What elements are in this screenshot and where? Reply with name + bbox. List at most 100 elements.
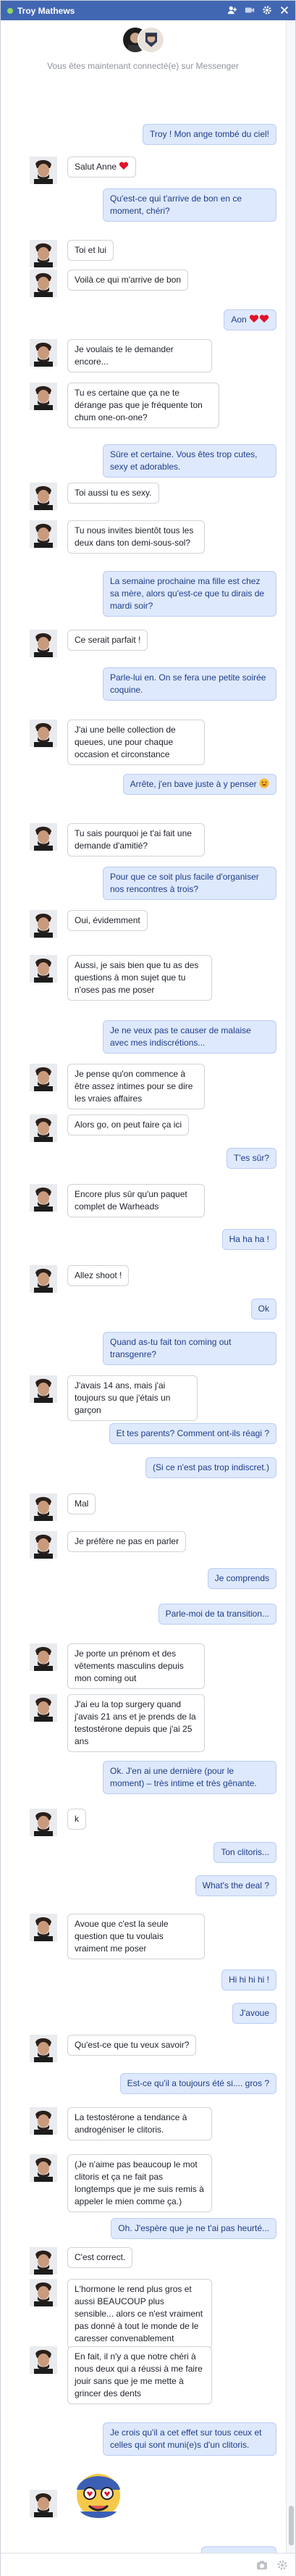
message-bubble[interactable]: (Si ce n'est pas trop indiscret.) (145, 1457, 276, 1478)
message-bubble[interactable]: Ha ha ha ! (221, 1229, 276, 1250)
avatar[interactable] (30, 1694, 57, 1722)
message-bubble[interactable]: Aon (224, 309, 276, 330)
avatar[interactable] (30, 2107, 57, 2135)
avatar[interactable] (30, 1114, 57, 1142)
message-bubble[interactable]: Allez shoot ! (67, 1265, 130, 1286)
message-bubble[interactable]: En fait, il n'y a que notre chéri à nous… (67, 2346, 212, 2404)
avatar[interactable] (30, 910, 57, 938)
message-bubble[interactable]: J'avais 14 ans, mais j'ai toujours su qu… (67, 1375, 198, 1421)
message-bubble[interactable]: Hi hi hi hi ! (221, 1969, 276, 1991)
avatar[interactable] (30, 270, 57, 297)
message-bubble[interactable]: k (67, 1809, 86, 1830)
message-bubble[interactable]: Mal (67, 1493, 96, 1514)
add-people-icon[interactable] (226, 4, 239, 17)
message-bubble[interactable]: Voilà ce qui m'arrive de bon (67, 270, 189, 291)
message-text: Je pense qu'on commence à être assez int… (75, 1069, 193, 1104)
sticker-image[interactable] (66, 2461, 131, 2526)
message-thread[interactable]: Vous êtes maintenant connecté(e) sur Mes… (1, 20, 285, 2553)
message-bubble[interactable]: Je crois qu'il a cet effet sur tous ceux… (103, 2422, 276, 2456)
avatar[interactable] (30, 1643, 57, 1671)
settings-icon[interactable] (276, 2559, 288, 2573)
message-bubble[interactable]: L'hormone le rend plus gros et aussi BEA… (67, 2279, 212, 2349)
message-bubble[interactable]: Ce serait parfait ! (67, 630, 148, 651)
message-bubble[interactable]: (Je n'aime pas beaucoup le mot clitoris … (67, 2154, 212, 2212)
message-bubble[interactable]: Tu nous invites bientôt tous les deux da… (67, 520, 205, 554)
settings-icon[interactable] (261, 4, 274, 17)
message-bubble[interactable]: Tu l'as dit, sexy. (200, 2546, 276, 2553)
message-bubble[interactable]: Oui, évidemment (67, 910, 148, 931)
message-bubble[interactable]: Tu sais pourquoi je t'ai fait une demand… (67, 823, 205, 856)
message-bubble[interactable]: Ton clitoris... (213, 1842, 276, 1863)
message-bubble[interactable]: Je pense qu'on commence à être assez int… (67, 1064, 205, 1109)
message-bubble[interactable]: Est-ce qu'il a toujours été si.... gros … (119, 2073, 276, 2094)
message-bubble[interactable]: Je voulais te le demander encore... (67, 339, 212, 372)
message-bubble[interactable]: Parle-lui en. On se fera une petite soir… (103, 667, 276, 701)
message-bubble[interactable]: Encore plus sûr qu'un paquet complet de … (67, 1184, 205, 1217)
avatar[interactable] (30, 240, 57, 267)
message-bubble[interactable]: Troy ! Mon ange tombé du ciel! (143, 124, 276, 145)
message-bubble[interactable]: Qu'est-ce qui t'arrive de bon en ce mome… (103, 188, 276, 222)
message-bubble[interactable]: Je comprends (207, 1568, 276, 1589)
message-bubble[interactable]: Sûre et certaine. Vous êtes trop cutes, … (103, 444, 276, 478)
camera-icon[interactable] (256, 2559, 268, 2573)
message-bubble[interactable]: Pour que ce soit plus facile d'organiser… (103, 867, 276, 900)
avatar[interactable] (30, 520, 57, 548)
avatar[interactable] (30, 1184, 57, 1212)
message-bubble[interactable]: Et tes parents? Comment ont-ils réagi ? (109, 1423, 276, 1444)
avatar[interactable] (30, 1375, 57, 1403)
message-input[interactable] (7, 2558, 224, 2572)
message-bubble[interactable]: T'es sûr? (227, 1148, 276, 1169)
avatar[interactable] (30, 1531, 57, 1559)
message-bubble[interactable]: J'ai eu la top surgery quand j'avais 21 … (67, 1694, 205, 1752)
scrollbar-thumb[interactable] (289, 2506, 294, 2546)
message-bubble[interactable]: J'avoue (232, 2003, 276, 2024)
message-bubble[interactable]: Quand as-tu fait ton coming out transgen… (103, 1332, 276, 1365)
message-bubble[interactable]: Parle-moi de ta transition... (158, 1604, 276, 1625)
avatar[interactable] (30, 720, 57, 747)
avatar[interactable] (30, 630, 57, 657)
avatar[interactable] (30, 483, 57, 510)
avatar[interactable] (30, 157, 57, 184)
message-bubble[interactable]: La testostérone a tendance à androgénise… (67, 2107, 212, 2141)
avatar[interactable] (30, 2490, 57, 2517)
close-icon[interactable] (278, 4, 291, 17)
avatar[interactable] (30, 1493, 57, 1521)
message-bubble[interactable]: J'ai une belle collection de queues, une… (67, 720, 205, 765)
message-bubble[interactable]: Oh. J'espère que je ne t'ai pas heurté..… (111, 2218, 276, 2239)
message-bubble[interactable]: What's the deal ? (195, 1875, 276, 1896)
message-bubble[interactable]: Tu es certaine que ça ne te dérange pas … (67, 383, 219, 428)
avatar[interactable] (30, 2154, 57, 2182)
message-bubble[interactable]: Toi aussi tu es sexy. (67, 483, 159, 504)
chat-title[interactable]: Troy Mathews (17, 6, 75, 16)
message-bubble[interactable]: Avoue que c'est la seule question que tu… (67, 1914, 205, 1959)
message-bubble[interactable]: Salut Anne (67, 157, 137, 178)
avatar[interactable] (30, 2346, 57, 2374)
avatar[interactable] (30, 1265, 57, 1293)
message-bubble[interactable]: Aussi, je sais bien que tu as des questi… (67, 955, 212, 1001)
avatar[interactable] (30, 823, 57, 851)
message-bubble[interactable]: Je préfère ne pas en parler (67, 1531, 187, 1552)
message-bubble[interactable]: Je porte un prénom et des vêtements masc… (67, 1643, 205, 1689)
scrollbar[interactable] (286, 20, 295, 2553)
avatar[interactable] (30, 1809, 57, 1836)
message-bubble[interactable]: Toi et lui (67, 240, 114, 261)
message-bubble[interactable]: Qu'est-ce que tu veux savoir? (67, 2035, 197, 2056)
avatar[interactable] (30, 339, 57, 367)
avatar[interactable] (30, 2279, 57, 2306)
message-bubble[interactable]: C'est correct. (67, 2247, 133, 2268)
message-bubble[interactable]: Je ne veux pas te causer de malaise avec… (103, 1020, 276, 1054)
avatar[interactable] (30, 1914, 57, 1941)
message-bubble[interactable]: Ok. J'en ai une dernière (pour le moment… (103, 1761, 276, 1794)
avatar[interactable] (30, 2035, 57, 2062)
message-bubble[interactable]: Alors go, on peut faire ça ici (67, 1114, 190, 1135)
video-call-icon[interactable] (243, 4, 256, 17)
avatar[interactable] (30, 2247, 57, 2275)
message-text: Ok. J'en ai une dernière (pour le moment… (110, 1766, 257, 1788)
message-bubble[interactable]: Ok (250, 1299, 276, 1320)
avatar[interactable] (30, 383, 57, 410)
avatar[interactable] (30, 955, 57, 983)
message-bubble[interactable]: La semaine prochaine ma fille est chez s… (103, 571, 276, 617)
avatar[interactable] (30, 1064, 57, 1091)
chat-titlebar[interactable]: Troy Mathews (1, 1, 295, 20)
message-bubble[interactable]: Arrête, j'en bave juste à y penser (122, 774, 276, 795)
